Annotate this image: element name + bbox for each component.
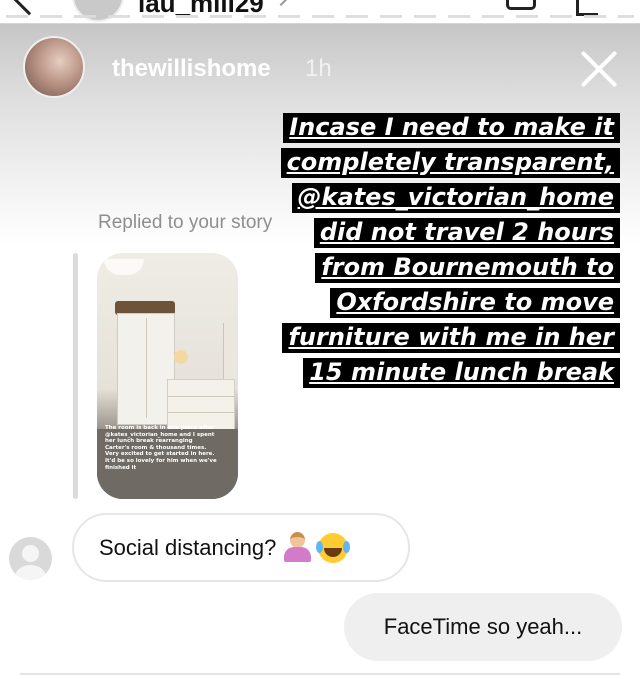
caption-line: Incase I need to make it [283,113,620,143]
sender-avatar[interactable] [9,537,52,580]
caption-line: 15 minute lunch break [303,358,620,388]
caption-line: did not travel 2 hours [313,218,620,248]
back-arrow-icon[interactable] [10,0,48,16]
sent-message-text: FaceTime so yeah... [383,614,583,639]
reply-indicator-bar [73,253,78,499]
tears-of-joy-emoji-icon [316,532,349,563]
dm-header: lau_mili29 [0,0,640,24]
received-message-bubble[interactable]: Social distancing? [72,513,410,582]
story-progress-bar [6,15,634,18]
thumbnail-caption: The room is back in one piece after @kat… [105,425,217,471]
received-message-text: Social distancing? [99,534,277,560]
chevron-right-icon[interactable] [273,0,289,7]
person-shrugging-emoji-icon [282,531,312,564]
video-call-icon[interactable] [506,0,536,10]
thumbnail-shelf [223,323,237,381]
caption-line: Oxfordshire to move [330,288,620,318]
thumbnail-table-lamp [174,350,188,364]
story-timestamp: 1h [305,55,332,82]
caption-line: from Bournemouth to [315,253,620,283]
story-thumbnail[interactable]: The room is back in one piece after @kat… [97,253,238,499]
bottom-divider [20,673,620,675]
caption-line: furniture with me in her [282,323,620,353]
caption-line: @kates_victorian_home [291,183,620,213]
thumbnail-lamp [104,259,144,275]
sent-message-bubble[interactable]: FaceTime so yeah... [344,593,622,661]
replied-to-story-label: Replied to your story [98,212,273,233]
story-username[interactable]: thewillishome [112,55,271,83]
caption-line: completely transparent, [280,148,620,178]
header-avatar[interactable] [72,0,124,22]
story-caption: Incase I need to make it completely tran… [200,108,620,388]
info-icon[interactable] [576,0,598,16]
close-icon[interactable] [578,48,620,90]
thumbnail-drawers [167,379,235,431]
story-avatar[interactable] [23,36,85,98]
